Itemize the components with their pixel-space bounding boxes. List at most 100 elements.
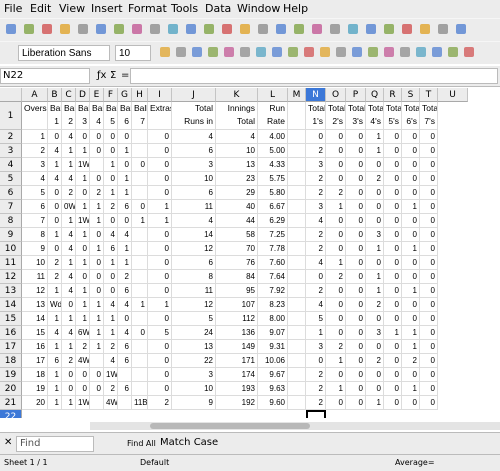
table-cell[interactable]: 4 — [104, 354, 118, 368]
table-cell[interactable] — [288, 368, 306, 382]
table-cell[interactable]: 0 — [326, 158, 346, 172]
table-cell[interactable]: 4 — [118, 228, 132, 242]
table-cell[interactable]: 0 — [420, 172, 438, 186]
table-cell[interactable]: 10 — [22, 256, 48, 270]
menu-format[interactable]: Format — [128, 2, 167, 15]
table-cell[interactable]: 0 — [402, 130, 420, 144]
table-cell[interactable]: 0 — [384, 172, 402, 186]
table-cell[interactable]: 3 — [172, 368, 216, 382]
table-cell[interactable]: 76 — [216, 256, 258, 270]
table-cell[interactable]: 0 — [384, 284, 402, 298]
table-cell[interactable]: 6 — [118, 340, 132, 354]
table-cell[interactable]: 0 — [148, 368, 172, 382]
table-cell[interactable]: 1 — [132, 298, 148, 312]
table-cell[interactable]: 1 — [104, 186, 118, 200]
table-cell[interactable]: 1 — [402, 382, 420, 396]
menu-data[interactable]: Data — [205, 2, 231, 15]
menu-view[interactable]: View — [59, 2, 85, 15]
table-cell[interactable]: 2 — [104, 340, 118, 354]
table-cell[interactable]: 0 — [402, 368, 420, 382]
format-button-icon[interactable] — [352, 47, 362, 57]
table-cell[interactable]: 2 — [366, 172, 384, 186]
table-cell[interactable]: 0 — [326, 312, 346, 326]
format-button-icon[interactable] — [176, 47, 186, 57]
table-cell[interactable]: 0 — [402, 396, 420, 410]
row-header-4[interactable]: 4 — [0, 158, 22, 172]
table-cell[interactable] — [132, 144, 148, 158]
format-button-icon[interactable] — [224, 47, 234, 57]
column-header-o[interactable]: O — [326, 88, 346, 102]
table-cell[interactable]: 4 — [104, 298, 118, 312]
table-cell[interactable]: 0 — [366, 256, 384, 270]
toolbar-button-icon[interactable] — [168, 24, 178, 34]
row-header-14[interactable]: 14 — [0, 298, 22, 312]
table-cell[interactable] — [132, 256, 148, 270]
table-cell[interactable]: 1 — [90, 326, 104, 340]
table-cell[interactable]: 0 — [326, 396, 346, 410]
table-cell[interactable]: 0 — [148, 242, 172, 256]
table-cell[interactable]: 1 — [402, 340, 420, 354]
table-cell[interactable]: 0 — [384, 298, 402, 312]
name-box[interactable]: N22 — [0, 68, 90, 84]
table-cell[interactable]: 9.67 — [258, 368, 288, 382]
table-cell[interactable]: 4.33 — [258, 158, 288, 172]
table-cell[interactable]: 2 — [306, 382, 326, 396]
table-cell[interactable] — [90, 158, 104, 172]
column-header-u[interactable]: U — [438, 88, 468, 102]
table-cell[interactable]: 0 — [118, 158, 132, 172]
format-button-icon[interactable] — [448, 47, 458, 57]
toolbar-button-icon[interactable] — [186, 24, 196, 34]
table-cell[interactable]: 1 — [366, 284, 384, 298]
row-header-9[interactable]: 9 — [0, 228, 22, 242]
table-cell[interactable]: 0 — [384, 396, 402, 410]
table-cell[interactable] — [132, 270, 148, 284]
table-cell[interactable]: 1 — [326, 256, 346, 270]
table-cell[interactable]: 13 — [216, 158, 258, 172]
table-cell[interactable]: 58 — [216, 228, 258, 242]
table-cell[interactable]: 0 — [384, 382, 402, 396]
table-cell[interactable]: 1W — [76, 396, 90, 410]
table-cell[interactable]: 0 — [326, 214, 346, 228]
table-cell[interactable]: 2 — [402, 354, 420, 368]
table-cell[interactable]: 0 — [104, 270, 118, 284]
table-cell[interactable]: 0 — [76, 242, 90, 256]
table-cell[interactable]: 0 — [366, 200, 384, 214]
table-cell[interactable]: 6.29 — [258, 214, 288, 228]
table-cell[interactable]: 0 — [76, 270, 90, 284]
table-cell[interactable]: 0 — [104, 172, 118, 186]
table-cell[interactable]: 0 — [420, 256, 438, 270]
header-cell-i[interactable]: Extras — [148, 102, 172, 130]
table-cell[interactable]: 0 — [90, 130, 104, 144]
header-cell-m[interactable] — [288, 102, 306, 130]
table-cell[interactable] — [132, 354, 148, 368]
column-header-g[interactable]: G — [118, 88, 132, 102]
table-cell[interactable]: 4 — [118, 326, 132, 340]
table-cell[interactable]: 2 — [90, 186, 104, 200]
table-cell[interactable]: 7.60 — [258, 256, 288, 270]
toolbar-button-icon[interactable] — [6, 24, 16, 34]
table-cell[interactable]: 5 — [148, 326, 172, 340]
table-cell[interactable]: 0 — [346, 298, 366, 312]
horizontal-scrollbar[interactable] — [90, 422, 500, 430]
table-cell[interactable]: 0 — [148, 228, 172, 242]
format-button-icon[interactable] — [400, 47, 410, 57]
toolbar-button-icon[interactable] — [24, 24, 34, 34]
format-button-icon[interactable] — [336, 47, 346, 57]
table-cell[interactable] — [288, 312, 306, 326]
table-cell[interactable]: 0 — [346, 242, 366, 256]
row-header-12[interactable]: 12 — [0, 270, 22, 284]
table-cell[interactable]: 1 — [402, 242, 420, 256]
table-cell[interactable]: 12 — [22, 284, 48, 298]
table-cell[interactable]: 0 — [402, 228, 420, 242]
format-button-icon[interactable] — [272, 47, 282, 57]
table-cell[interactable]: 0 — [346, 228, 366, 242]
menu-window[interactable]: Window — [237, 2, 280, 15]
format-button-icon[interactable] — [416, 47, 426, 57]
table-cell[interactable]: 4 — [62, 228, 76, 242]
table-cell[interactable]: 0 — [346, 382, 366, 396]
table-cell[interactable]: 9.07 — [258, 326, 288, 340]
table-cell[interactable]: 3 — [22, 158, 48, 172]
toolbar-button-icon[interactable] — [78, 24, 88, 34]
table-cell[interactable]: 193 — [216, 382, 258, 396]
toolbar-button-icon[interactable] — [114, 24, 124, 34]
